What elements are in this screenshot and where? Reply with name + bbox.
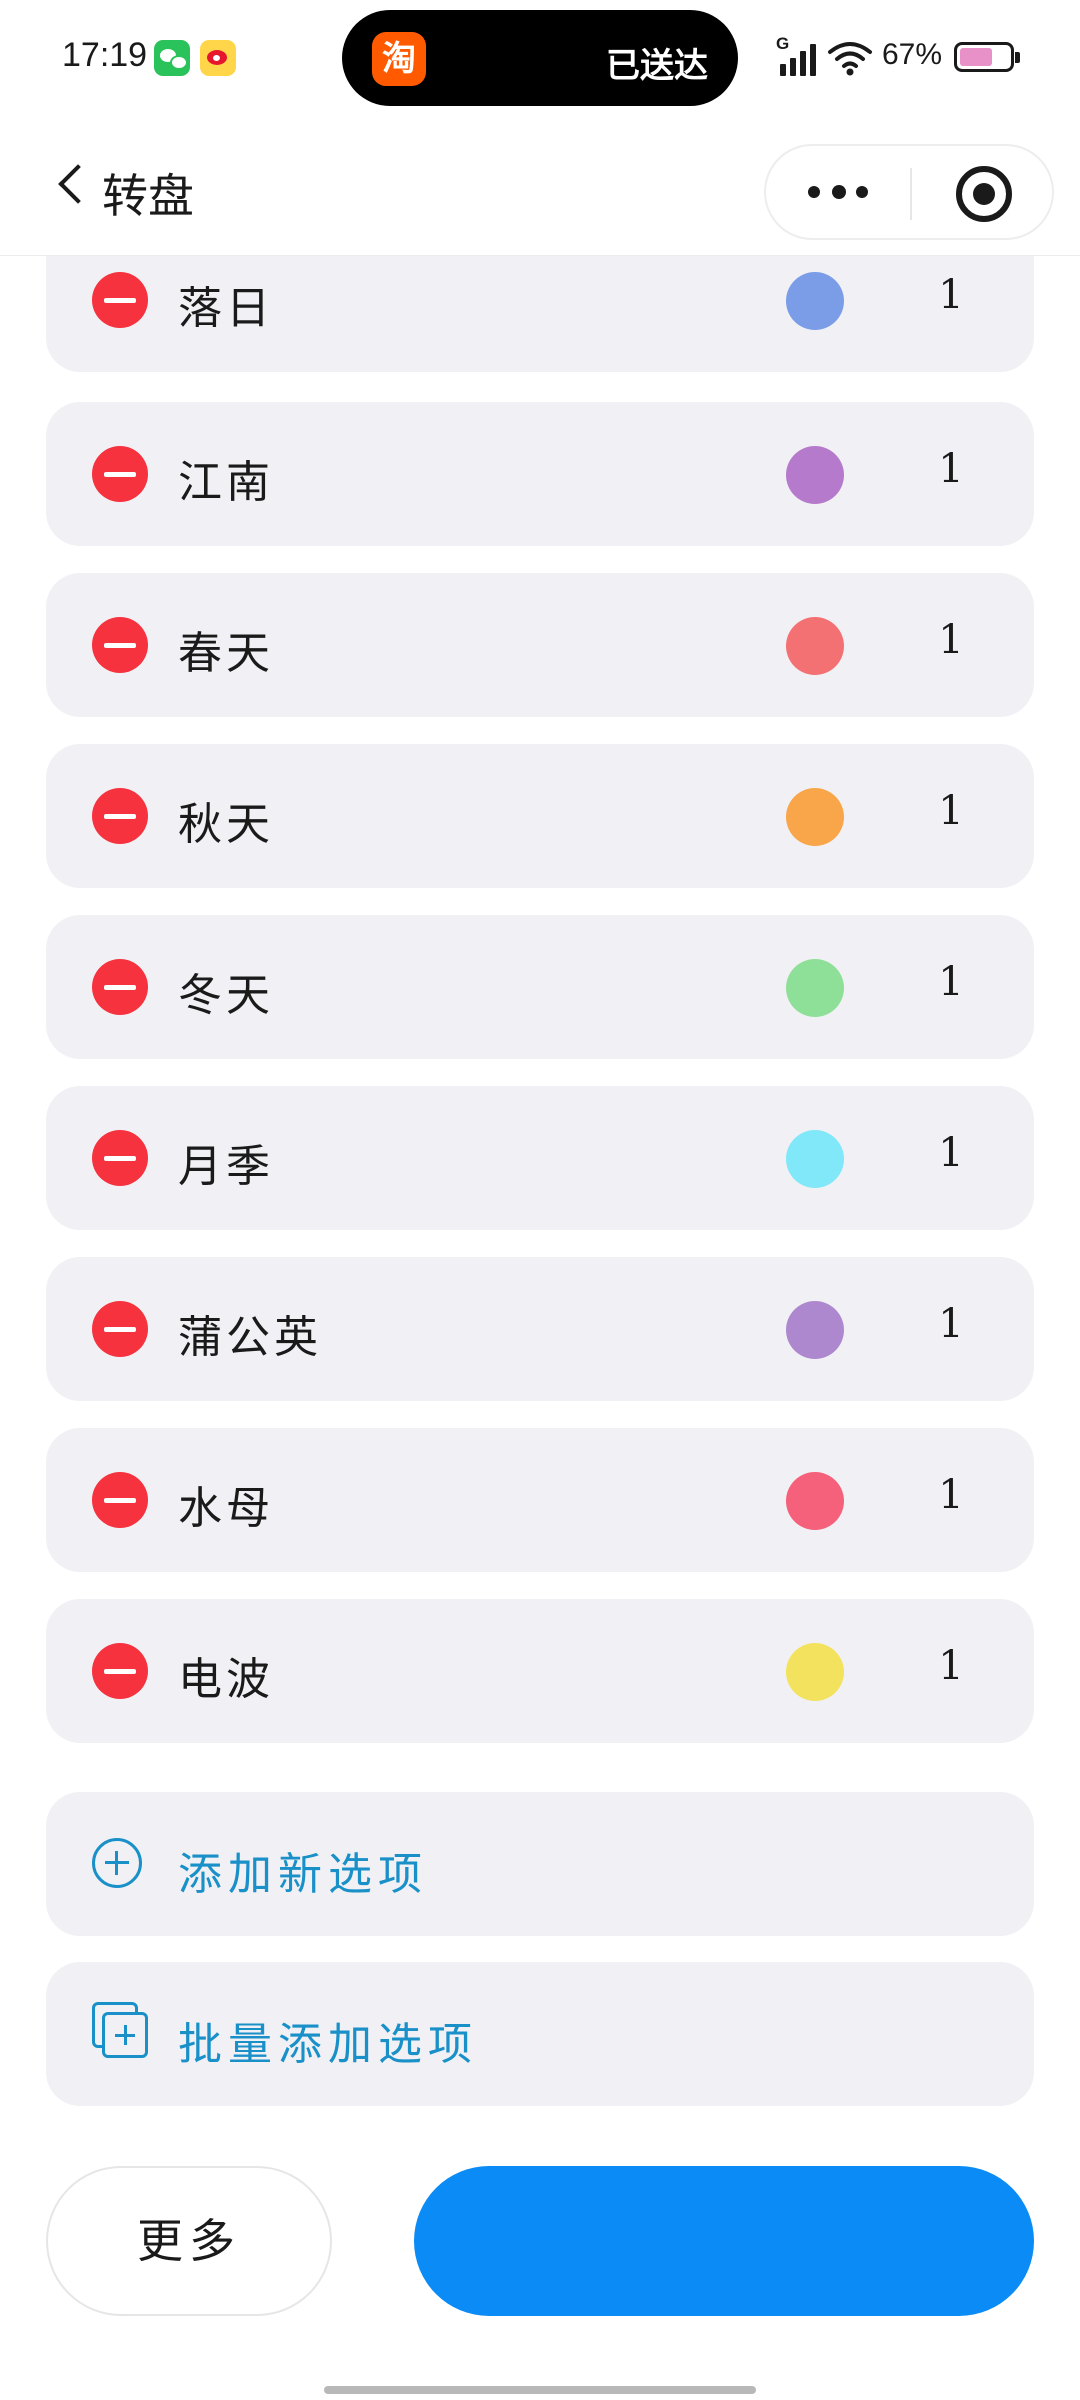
option-row[interactable]: 冬天 1 <box>46 915 1034 1059</box>
option-weight[interactable]: 1 <box>926 959 976 1005</box>
option-row[interactable]: 落日 1 <box>46 256 1034 372</box>
remove-option-icon[interactable] <box>92 1130 148 1186</box>
wifi-icon <box>828 42 872 76</box>
add-new-option-label: 添加新选项 <box>178 1849 428 1900</box>
taobao-app-icon: 淘 <box>372 32 426 86</box>
cellular-signal-icon: G <box>776 34 820 76</box>
option-label[interactable]: 电波 <box>178 1643 274 1707</box>
mini-program-capsule <box>764 144 1054 240</box>
option-weight[interactable]: 1 <box>926 1643 976 1689</box>
status-bar: 17:19 淘 已送达 G 67% <box>0 0 1080 120</box>
option-weight[interactable]: 1 <box>926 1301 976 1347</box>
remove-option-icon[interactable] <box>92 617 148 673</box>
option-color-swatch[interactable] <box>786 1472 844 1530</box>
remove-option-icon[interactable] <box>92 788 148 844</box>
remove-option-icon[interactable] <box>92 959 148 1015</box>
batch-add-options-label: 批量添加选项 <box>178 2019 478 2070</box>
option-label[interactable]: 江南 <box>178 446 274 510</box>
wechat-notification-icon <box>154 40 190 76</box>
option-label[interactable]: 落日 <box>178 272 274 336</box>
option-label[interactable]: 冬天 <box>178 959 274 1023</box>
dynamic-island[interactable]: 淘 已送达 <box>342 10 738 106</box>
batch-add-options-button[interactable]: 批量添加选项 <box>46 1962 1034 2106</box>
more-button[interactable]: 更多 <box>46 2166 332 2316</box>
close-target-icon[interactable] <box>956 166 1012 222</box>
option-weight[interactable]: 1 <box>926 617 976 663</box>
option-color-swatch[interactable] <box>786 1643 844 1701</box>
option-row[interactable]: 春天 1 <box>46 573 1034 717</box>
option-color-swatch[interactable] <box>786 1130 844 1188</box>
primary-action-button[interactable] <box>414 2166 1034 2316</box>
option-label[interactable]: 秋天 <box>178 788 274 852</box>
option-label[interactable]: 水母 <box>178 1472 274 1536</box>
option-weight[interactable]: 1 <box>926 272 976 318</box>
option-color-swatch[interactable] <box>786 272 844 330</box>
battery-icon <box>954 42 1020 72</box>
option-weight[interactable]: 1 <box>926 446 976 492</box>
add-new-option-button[interactable]: 添加新选项 <box>46 1792 1034 1936</box>
option-row[interactable]: 蒲公英 1 <box>46 1257 1034 1401</box>
remove-option-icon[interactable] <box>92 1643 148 1699</box>
battery-percent: 67% <box>882 38 943 71</box>
remove-option-icon[interactable] <box>92 1301 148 1357</box>
option-row[interactable]: 江南 1 <box>46 402 1034 546</box>
remove-option-icon[interactable] <box>92 272 148 328</box>
option-row[interactable]: 电波 1 <box>46 1599 1034 1743</box>
option-color-swatch[interactable] <box>786 788 844 846</box>
capsule-divider <box>910 168 912 220</box>
home-indicator[interactable] <box>324 2386 756 2394</box>
status-time: 17:19 <box>62 36 148 74</box>
more-dots-icon[interactable] <box>806 172 870 212</box>
island-status-text: 已送达 <box>606 46 708 86</box>
back-chevron-icon[interactable] <box>58 164 98 204</box>
option-label[interactable]: 月季 <box>178 1130 274 1194</box>
option-color-swatch[interactable] <box>786 959 844 1017</box>
remove-option-icon[interactable] <box>92 446 148 502</box>
option-row[interactable]: 月季 1 <box>46 1086 1034 1230</box>
option-weight[interactable]: 1 <box>926 1472 976 1518</box>
page-title: 转盘 <box>102 169 194 223</box>
option-weight[interactable]: 1 <box>926 788 976 834</box>
battery-level-fill <box>960 48 992 66</box>
option-label[interactable]: 春天 <box>178 617 274 681</box>
batch-add-icon <box>92 2002 150 2060</box>
option-row[interactable]: 水母 1 <box>46 1428 1034 1572</box>
option-row[interactable]: 秋天 1 <box>46 744 1034 888</box>
remove-option-icon[interactable] <box>92 1472 148 1528</box>
option-label[interactable]: 蒲公英 <box>178 1301 322 1365</box>
network-type-label: G <box>776 34 790 53</box>
plus-circle-icon <box>92 1838 142 1888</box>
option-color-swatch[interactable] <box>786 1301 844 1359</box>
nav-bar: 转盘 <box>0 120 1080 256</box>
option-color-swatch[interactable] <box>786 446 844 504</box>
option-weight[interactable]: 1 <box>926 1130 976 1176</box>
option-color-swatch[interactable] <box>786 617 844 675</box>
weibo-notification-icon <box>200 40 236 76</box>
